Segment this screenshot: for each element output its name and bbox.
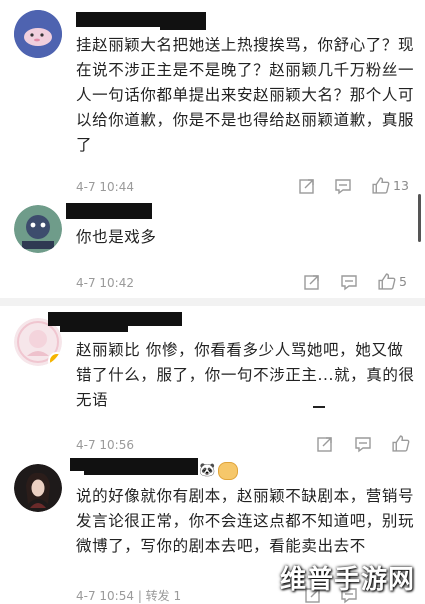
verified-badge-icon: ✓ (48, 352, 62, 366)
divider (0, 298, 425, 306)
comment-text: 赵丽颖比 你惨，你看看多少人骂她吧，她又做错了什么，服了，你一句不涉正主...就… (76, 341, 415, 409)
like-icon (372, 177, 390, 194)
comment-item: 你也是戏多 4-7 10:42 5 (0, 195, 425, 295)
text-cursor (313, 406, 325, 408)
panda-emoji-icon: 🐼 (199, 463, 216, 478)
avatar[interactable] (14, 205, 62, 253)
like-button[interactable]: 13 (371, 176, 409, 195)
username-redacted (66, 209, 122, 219)
comment-button[interactable] (334, 177, 352, 195)
username-redacted (160, 18, 206, 30)
comment-icon (335, 179, 351, 195)
comment-item: 挂赵丽颖大名把她送上热搜挨骂，你舒心了？现在说不涉正主是不是晚了？赵丽颖几千万粉… (0, 0, 425, 210)
like-button[interactable] (391, 434, 413, 453)
share-icon (317, 437, 332, 452)
repost-count[interactable]: | 转发 1 (138, 589, 181, 603)
share-button[interactable] (298, 177, 316, 195)
comment-time-value: 4-7 10:54 (76, 589, 134, 603)
like-icon (392, 435, 410, 452)
comment-button[interactable] (354, 435, 372, 453)
comment-time: 4-7 10:56 (76, 438, 134, 452)
emoji-badge-icon (218, 462, 238, 480)
share-button[interactable] (316, 435, 334, 453)
username-redacted (60, 322, 128, 332)
comment-text: 你也是戏多 (76, 228, 157, 246)
like-icon (378, 273, 396, 290)
share-button[interactable] (303, 273, 321, 291)
share-icon (304, 275, 319, 290)
watermark-logo: 维普手游网 (279, 565, 415, 595)
comment-time: 4-7 10:42 (76, 276, 134, 290)
comment-text: 挂赵丽颖大名把她送上热搜挨骂，你舒心了？现在说不涉正主是不是晚了？赵丽颖几千万粉… (76, 36, 415, 154)
comment-icon (341, 275, 357, 291)
like-button[interactable]: 5 (377, 272, 407, 291)
username-redacted (84, 466, 198, 475)
comment-button[interactable] (340, 273, 358, 291)
avatar[interactable] (14, 464, 62, 512)
comment-icon (355, 437, 371, 453)
comment-item: ✓ 赵丽颖比 你惨，你看看多少人骂她吧，她又做错了什么，服了，你一句不涉正主..… (0, 306, 425, 454)
comment-time: 4-7 10:54 | 转发 1 (76, 587, 181, 604)
comment-text: 说的好像就你有剧本，赵丽颖不缺剧本，营销号发言论很正常，你不会连这点都不知道吧，… (76, 487, 415, 555)
like-count: 5 (399, 274, 407, 289)
avatar[interactable] (14, 10, 62, 58)
comment-time: 4-7 10:44 (76, 180, 134, 194)
share-icon (299, 179, 314, 194)
like-count: 13 (393, 178, 409, 193)
